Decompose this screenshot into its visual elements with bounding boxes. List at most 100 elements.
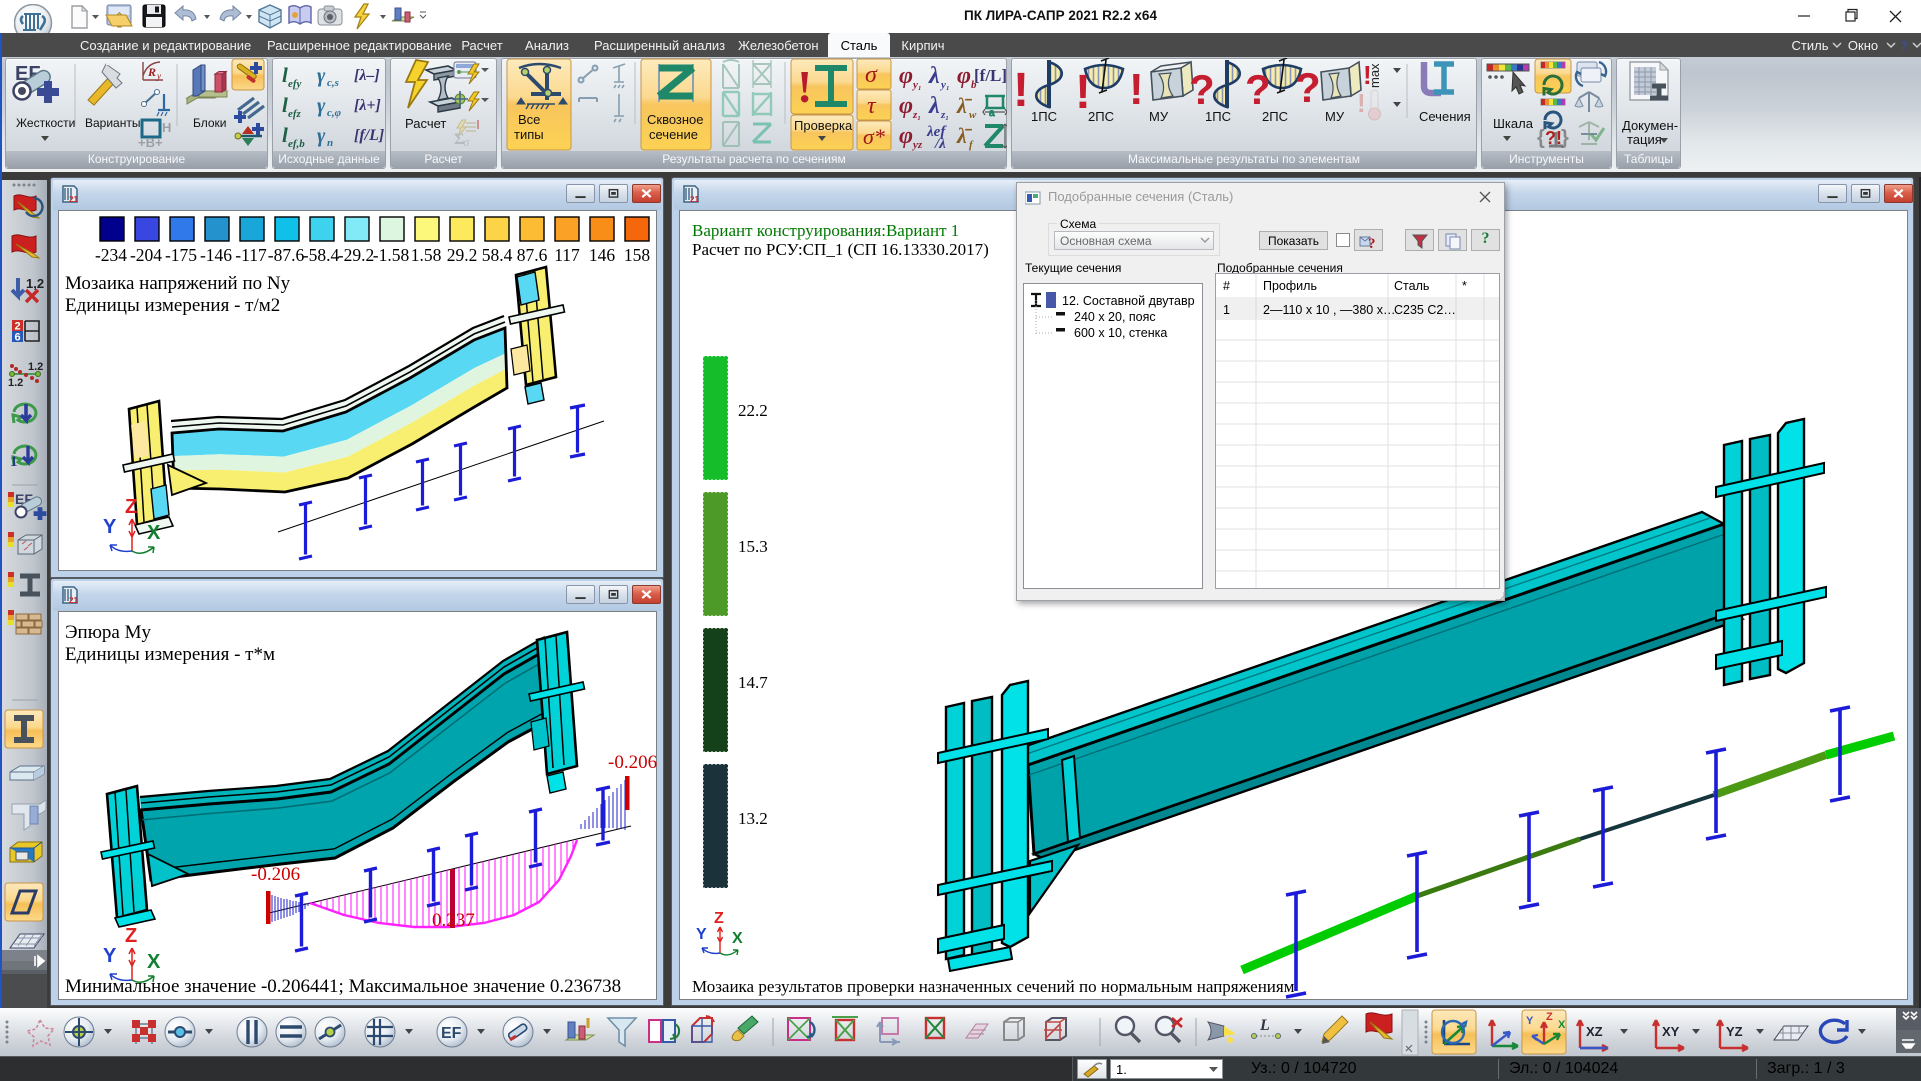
svg-text:z₁: z₁ <box>912 109 921 121</box>
svg-text:w: w <box>969 109 977 121</box>
svg-text:600 x 10, стенка: 600 x 10, стенка <box>1074 326 1167 340</box>
svg-text:n: n <box>327 137 333 149</box>
svg-text:Y: Y <box>103 516 117 538</box>
svg-text:γ: γ <box>317 65 326 87</box>
svg-text:1.58: 1.58 <box>411 245 442 265</box>
svg-text:2ПС: 2ПС <box>1262 109 1288 124</box>
svg-text:R: R <box>147 65 156 79</box>
svg-text:c,s: c,s <box>327 77 339 89</box>
svg-text:Вариант конструирования:Вариан: Вариант конструирования:Вариант 1 <box>692 221 959 240</box>
svg-text:a: a <box>989 108 995 119</box>
svg-text:?: ? <box>1295 64 1321 111</box>
svg-text:Единицы измерения - т*м: Единицы измерения - т*м <box>65 644 275 665</box>
svg-text:Сечения: Сечения <box>1419 109 1471 124</box>
svg-text:γ: γ <box>317 95 326 117</box>
svg-text:1: 1 <box>10 454 18 470</box>
svg-text:1.2: 1.2 <box>8 377 23 389</box>
svg-text:1,2: 1,2 <box>26 276 44 291</box>
svg-text:Эпюра My: Эпюра My <box>65 622 151 643</box>
svg-text:14.7: 14.7 <box>738 673 768 692</box>
svg-text:+B+: +B+ <box>138 135 163 150</box>
svg-text:efz: efz <box>288 108 302 120</box>
svg-text:[f/L]: [f/L] <box>354 127 384 144</box>
svg-text:21: 21 <box>690 195 699 204</box>
svg-text:-29.2: -29.2 <box>338 245 374 265</box>
svg-text:ef,b: ef,b <box>288 138 305 150</box>
svg-text:X: X <box>147 522 161 544</box>
svg-text:?: ? <box>1245 66 1271 113</box>
svg-text:сечение: сечение <box>649 127 698 142</box>
svg-text:λ: λ <box>928 63 940 89</box>
svg-text:1: 1 <box>1223 303 1230 317</box>
svg-text:Z: Z <box>125 496 137 518</box>
svg-text:Y: Y <box>1526 1015 1534 1027</box>
svg-text:-234: -234 <box>95 245 127 265</box>
svg-text:-0.206: -0.206 <box>251 864 300 885</box>
svg-text:0.237: 0.237 <box>432 910 475 931</box>
svg-text:σ: σ <box>463 135 470 149</box>
svg-text:Y: Y <box>103 945 117 967</box>
svg-text:-58.4: -58.4 <box>303 245 340 265</box>
svg-text:Единицы измерения - т/м2: Единицы измерения - т/м2 <box>65 295 280 316</box>
svg-text:{: { <box>1537 127 1545 149</box>
svg-text:XY: XY <box>1662 1024 1680 1039</box>
svg-text:Расчет по РСУ:СП_1 (СП 16.1333: Расчет по РСУ:СП_1 (СП 16.13330.2017) <box>692 240 989 259</box>
svg-text:22.2: 22.2 <box>738 401 768 420</box>
svg-text:X: X <box>1558 1019 1566 1031</box>
svg-text:1.2: 1.2 <box>28 361 43 373</box>
svg-text:Проверка: Проверка <box>794 118 853 133</box>
svg-text:z₁: z₁ <box>940 109 949 121</box>
svg-text:?: ? <box>1368 236 1376 250</box>
svg-text:σ*: σ* <box>863 124 885 149</box>
svg-text:?: ? <box>1189 66 1215 113</box>
svg-text:-146: -146 <box>200 245 232 265</box>
svg-text:Блоки: Блоки <box>193 116 227 130</box>
svg-text:max: max <box>1367 63 1382 88</box>
svg-text:Шкала: Шкала <box>1493 116 1534 131</box>
svg-text:y₁: y₁ <box>911 79 922 91</box>
svg-text:Варианты: Варианты <box>85 116 140 130</box>
svg-text:Сквозное: Сквозное <box>647 112 704 127</box>
svg-text:-175: -175 <box>165 245 197 265</box>
svg-text:Жесткости: Жесткости <box>16 116 75 130</box>
svg-text:c,φ: c,φ <box>327 107 342 119</box>
svg-text:2ПС: 2ПС <box>1088 109 1114 124</box>
svg-text:φ: φ <box>899 123 913 149</box>
svg-text:типы: типы <box>514 127 544 142</box>
svg-text:58.4: 58.4 <box>482 245 513 265</box>
svg-text:EF: EF <box>441 1025 462 1042</box>
svg-text:2—110 x 10 , —380 x…: 2—110 x 10 , —380 x… <box>1263 303 1395 317</box>
svg-text:Z: Z <box>714 910 724 927</box>
svg-text:13.2: 13.2 <box>738 809 768 828</box>
svg-text:87.6: 87.6 <box>517 245 548 265</box>
svg-text:φ: φ <box>899 63 913 89</box>
svg-text:Z: Z <box>125 925 137 947</box>
svg-text:29.2: 29.2 <box>447 245 478 265</box>
svg-text:Z: Z <box>1546 1011 1553 1023</box>
svg-text:[λ+]: [λ+] <box>354 97 381 114</box>
svg-text:/λ: /λ <box>934 136 946 152</box>
svg-text:1ПС: 1ПС <box>1205 109 1231 124</box>
svg-text:146: 146 <box>589 245 616 265</box>
svg-text:МУ: МУ <box>1325 109 1345 124</box>
svg-text:158: 158 <box>624 245 651 265</box>
svg-text:γ: γ <box>317 125 326 147</box>
svg-text:21: 21 <box>69 596 78 605</box>
svg-text:-117: -117 <box>235 245 267 265</box>
svg-text:-204: -204 <box>130 245 162 265</box>
svg-text:С235 С2…: С235 С2… <box>1394 303 1456 317</box>
svg-text:Мозаика напряжений по Ny: Мозаика напряжений по Ny <box>65 273 291 294</box>
svg-text:1ПС: 1ПС <box>1031 109 1057 124</box>
svg-text:f: f <box>969 139 974 151</box>
svg-text:yz: yz <box>911 139 923 151</box>
svg-text:21: 21 <box>69 195 78 204</box>
svg-text:тация: тация <box>1627 132 1662 147</box>
svg-text:X: X <box>732 930 743 947</box>
svg-text:L: L <box>1259 1017 1270 1034</box>
svg-text:y₁: y₁ <box>939 79 950 91</box>
svg-text:240 x 20, пояс: 240 x 20, пояс <box>1074 310 1156 324</box>
svg-text:Сталь: Сталь <box>1394 279 1429 293</box>
svg-text:12. Составной двутавр: 12. Составной двутавр <box>1062 294 1195 308</box>
svg-text:Расчет: Расчет <box>405 116 446 131</box>
svg-text:φ: φ <box>957 63 971 89</box>
